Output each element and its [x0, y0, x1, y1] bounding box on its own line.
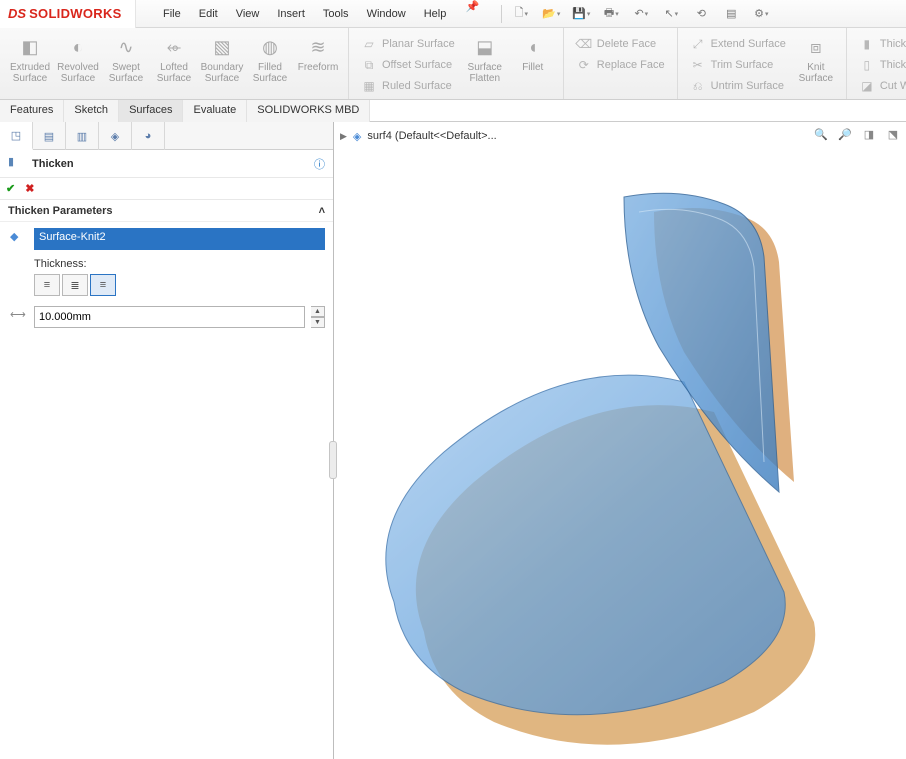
surface-selection-field[interactable]: Surface-Knit2: [34, 228, 325, 250]
qat-save[interactable]: 💾▾: [568, 3, 594, 25]
3d-scene: [344, 182, 896, 749]
thickness-direction-buttons: ≡ ≣ ≡: [34, 274, 325, 296]
tab-evaluate[interactable]: Evaluate: [183, 100, 247, 122]
viewport[interactable]: ▶ ◈ surf4 (Default<<Default>... 🔍 🔎 ◨ ⬔: [334, 122, 906, 759]
quick-access-toolbar: 🗋▾ 📂▾ 💾▾ 🖶▾ ↶▾ ↖▾ ⟲ ▤ ⚙▾: [499, 3, 774, 25]
dimension-icon: ⟷: [10, 308, 28, 326]
ribbon-group-thicken: ▮Thicken ▯Thickened Cut ◪Cut With Surfac…: [847, 28, 906, 99]
cmd-cut-with-surface[interactable]: ◪Cut With Surface: [859, 76, 906, 96]
qat-undo[interactable]: ↶▾: [628, 3, 654, 25]
pin-icon[interactable]: 📌: [463, 0, 481, 28]
thickness-side1-button[interactable]: ≡: [34, 274, 60, 296]
cmd-extend-surface[interactable]: ⤢Extend Surface: [690, 34, 786, 54]
thickness-label: Thickness:: [34, 258, 325, 270]
cmd-untrim-surface[interactable]: ⎌Untrim Surface: [690, 76, 786, 96]
menu-view[interactable]: View: [227, 0, 269, 28]
spin-down[interactable]: ▼: [311, 317, 325, 328]
logo-ds-icon: DS: [8, 6, 26, 21]
cmd-thicken[interactable]: ▮Thicken: [859, 34, 906, 54]
qat-settings[interactable]: ⚙▾: [748, 3, 774, 25]
cmd-ruled-surface[interactable]: ▦Ruled Surface: [361, 76, 455, 96]
part-icon: ◈: [353, 130, 361, 143]
tab-surfaces[interactable]: Surfaces: [119, 100, 183, 122]
panel-tabs: ◳ ▤ ▥ ◈ ◕: [0, 122, 333, 150]
cmd-swept-surface[interactable]: ∿Swept Surface: [102, 32, 150, 84]
thicken-icon: ▮: [8, 155, 26, 173]
panel-tab-config[interactable]: ▤: [33, 122, 66, 150]
ribbon-group-face: ⌫Delete Face ⟳Replace Face: [564, 28, 678, 99]
tab-mbd[interactable]: SOLIDWORKS MBD: [247, 100, 370, 122]
document-name[interactable]: surf4 (Default<<Default>...: [367, 130, 496, 142]
menu-file[interactable]: File: [154, 0, 190, 28]
blue-surface-wall: [564, 192, 804, 512]
view-orientation-icon[interactable]: ◨: [860, 125, 878, 143]
viewport-tools: 🔍 🔎 ◨ ⬔: [812, 125, 902, 143]
cmd-surface-flatten[interactable]: ⬓Surface Flatten: [461, 32, 509, 84]
cmd-trim-surface[interactable]: ✂Trim Surface: [690, 55, 786, 75]
qat-select[interactable]: ↖▾: [658, 3, 684, 25]
menu-edit[interactable]: Edit: [190, 0, 227, 28]
expand-icon[interactable]: ▶: [340, 131, 347, 142]
cmd-extruded-surface[interactable]: ◧Extruded Surface: [6, 32, 54, 84]
ribbon-group-planar: ▱Planar Surface ⧉Offset Surface ▦Ruled S…: [349, 28, 564, 99]
section-body: ◆ Surface-Knit2 Thickness: ≡ ≣ ≡ ⟷ ▲ ▼: [0, 222, 333, 336]
menu-window[interactable]: Window: [358, 0, 415, 28]
zoom-fit-icon[interactable]: 🔍: [812, 125, 830, 143]
cmd-planar-surface[interactable]: ▱Planar Surface: [361, 34, 455, 54]
menu-insert[interactable]: Insert: [268, 0, 314, 28]
cmd-delete-face[interactable]: ⌫Delete Face: [576, 34, 665, 54]
menu-tools[interactable]: Tools: [314, 0, 358, 28]
surface-selection-icon: ◆: [10, 230, 28, 248]
tab-sketch[interactable]: Sketch: [64, 100, 119, 122]
menu-help[interactable]: Help: [415, 0, 456, 28]
command-tabs: Features Sketch Surfaces Evaluate SOLIDW…: [0, 100, 906, 122]
cmd-fillet[interactable]: ◖Fillet: [509, 32, 557, 73]
panel-tab-feature[interactable]: ◳: [0, 122, 33, 150]
feature-title-row: ▮ Thicken ⓘ: [0, 150, 333, 178]
ribbon: ◧Extruded Surface ◐Revolved Surface ∿Swe…: [0, 28, 906, 100]
spin-up[interactable]: ▲: [311, 306, 325, 317]
help-icon[interactable]: ⓘ: [314, 156, 325, 172]
cmd-replace-face[interactable]: ⟳Replace Face: [576, 55, 665, 75]
panel-tab-appearance[interactable]: ◕: [132, 122, 165, 150]
logo-text: SOLIDWORKS: [29, 6, 122, 21]
cancel-button[interactable]: ✖: [25, 182, 34, 195]
cmd-knit-surface[interactable]: ⧈Knit Surface: [792, 32, 840, 84]
cmd-filled-surface[interactable]: ◍Filled Surface: [246, 32, 294, 84]
ribbon-group-surfaces: ◧Extruded Surface ◐Revolved Surface ∿Swe…: [0, 28, 349, 99]
tab-features[interactable]: Features: [0, 100, 64, 122]
cmd-offset-surface[interactable]: ⧉Offset Surface: [361, 55, 455, 75]
app-logo: DS SOLIDWORKS: [0, 0, 136, 28]
cmd-thickened-cut[interactable]: ▯Thickened Cut: [859, 55, 906, 75]
panel-tab-plane[interactable]: ◈: [99, 122, 132, 150]
display-style-icon[interactable]: ⬔: [884, 125, 902, 143]
qat-options[interactable]: ▤: [718, 3, 744, 25]
panel-tab-display[interactable]: ▥: [66, 122, 99, 150]
section-header-thicken-params[interactable]: Thicken Parameters ˄: [0, 200, 333, 222]
qat-print[interactable]: 🖶▾: [598, 3, 624, 25]
menu-items: File Edit View Insert Tools Window Help …: [154, 0, 481, 28]
cmd-boundary-surface[interactable]: ▧Boundary Surface: [198, 32, 246, 84]
thickness-side2-button[interactable]: ≡: [90, 274, 116, 296]
ribbon-group-trim: ⤢Extend Surface ✂Trim Surface ⎌Untrim Su…: [678, 28, 847, 99]
cmd-revolved-surface[interactable]: ◐Revolved Surface: [54, 32, 102, 84]
cmd-freeform[interactable]: ≋Freeform: [294, 32, 342, 73]
qat-open[interactable]: 📂▾: [538, 3, 564, 25]
feature-title: Thicken: [32, 158, 74, 170]
cmd-lofted-surface[interactable]: ⬰Lofted Surface: [150, 32, 198, 84]
confirm-row: ✔ ✖: [0, 178, 333, 200]
thickness-both-button[interactable]: ≣: [62, 274, 88, 296]
collapse-icon: ˄: [319, 205, 325, 217]
qat-new[interactable]: 🗋▾: [508, 3, 534, 25]
zoom-area-icon[interactable]: 🔎: [836, 125, 854, 143]
menu-bar: DS SOLIDWORKS File Edit View Insert Tool…: [0, 0, 906, 28]
property-panel: ◳ ▤ ▥ ◈ ◕ ▮ Thicken ⓘ ✔ ✖ Thicken Parame…: [0, 122, 334, 759]
ok-button[interactable]: ✔: [6, 182, 15, 195]
thickness-spinner: ▲ ▼: [311, 306, 325, 328]
qat-rebuild[interactable]: ⟲: [688, 3, 714, 25]
thickness-input[interactable]: [34, 306, 305, 328]
panel-resize-handle[interactable]: [329, 441, 337, 479]
